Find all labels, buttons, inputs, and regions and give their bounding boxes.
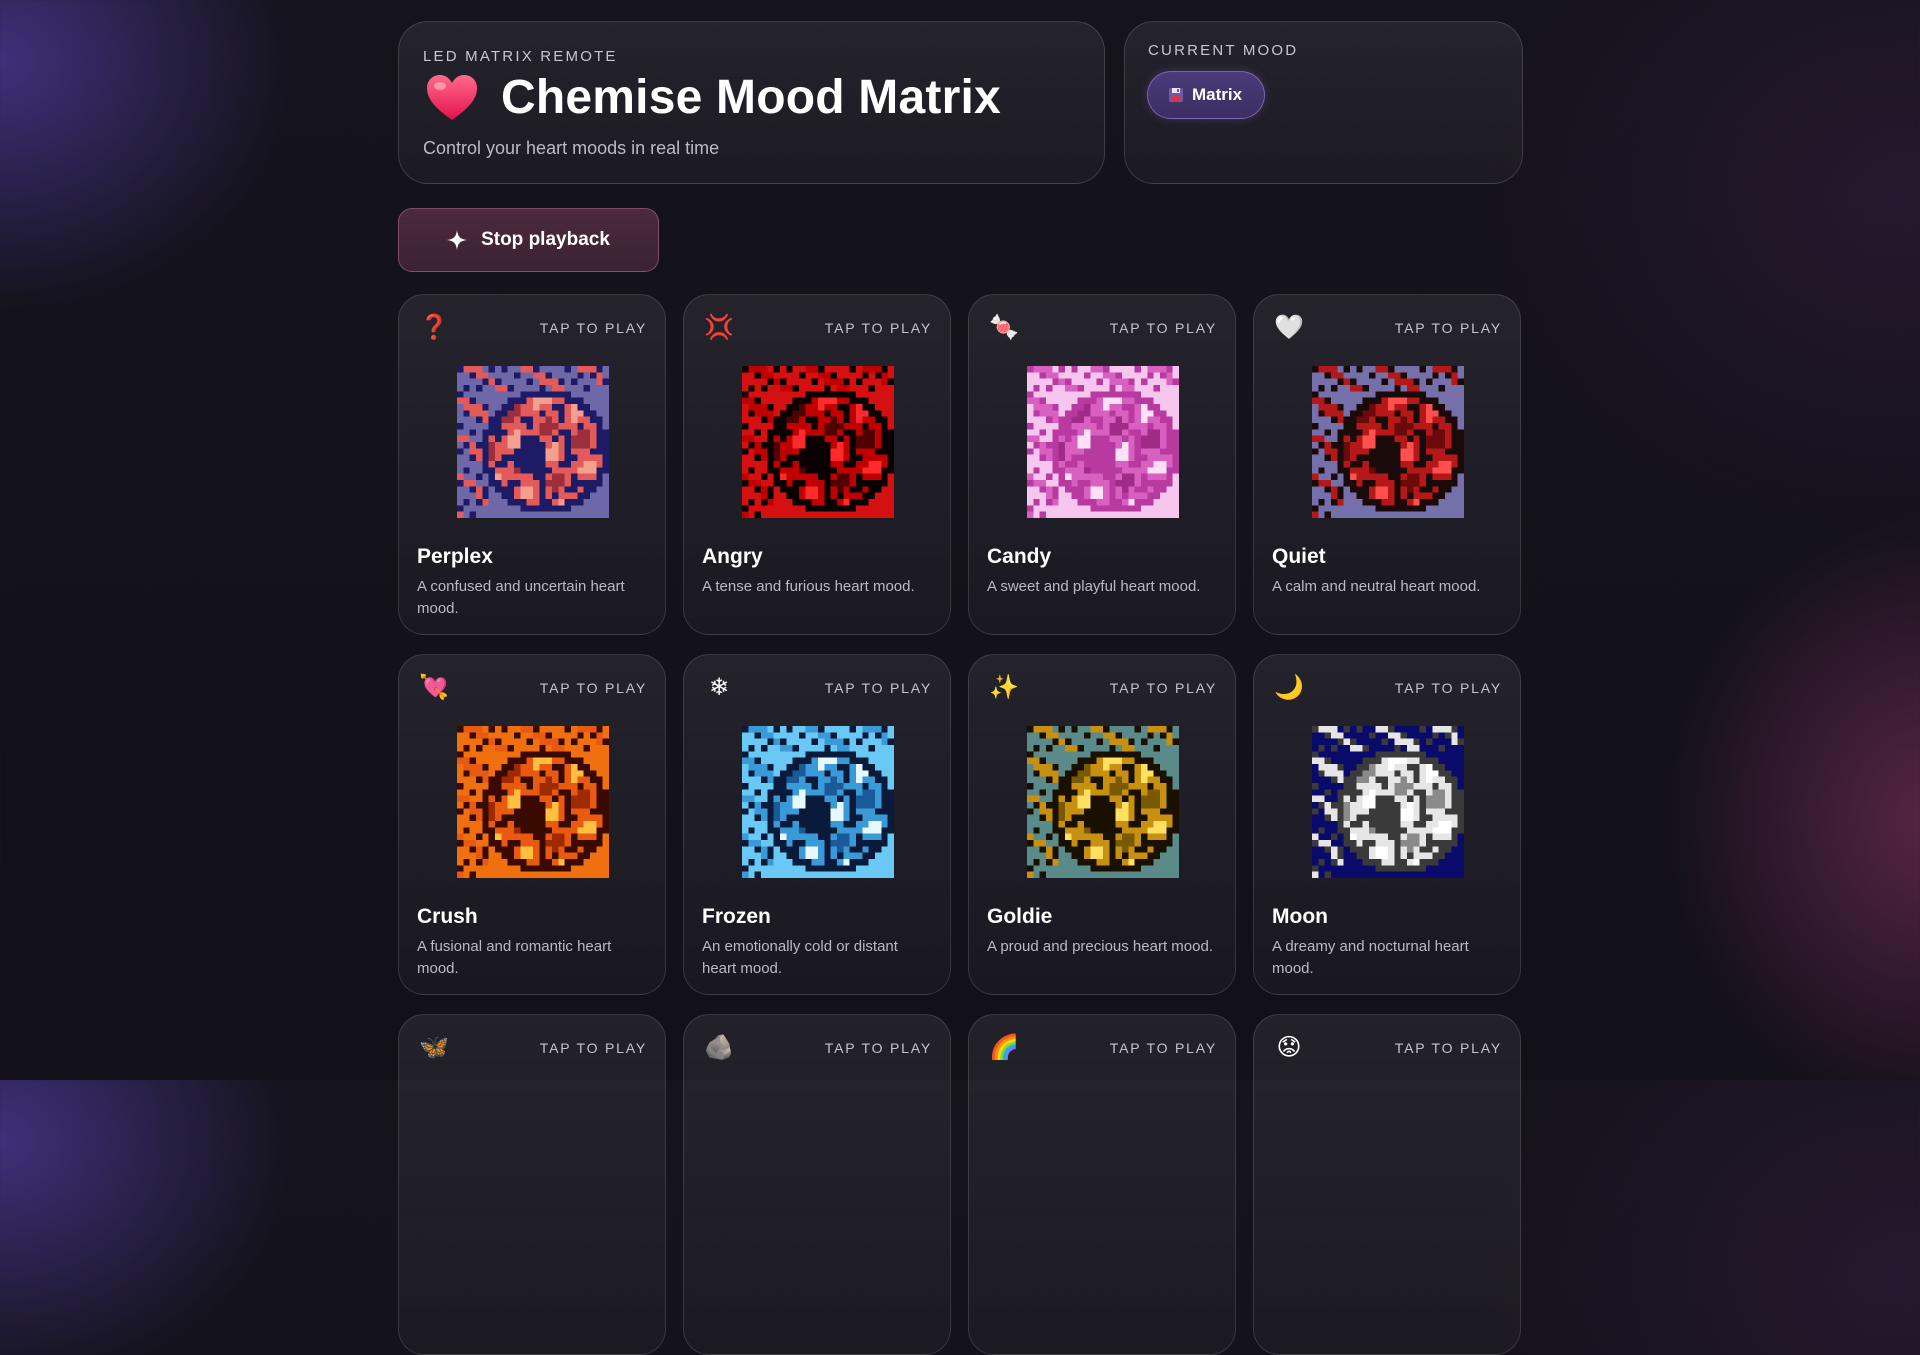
mood-card[interactable]: ✨ TAP TO PLAY Goldie A proud and precious h… bbox=[968, 654, 1236, 995]
header-eyebrow: LED MATRIX REMOTE bbox=[423, 48, 618, 65]
mood-card[interactable]: 🤍 TAP TO PLAY Quiet A calm and neutral hear… bbox=[1253, 294, 1521, 635]
current-mood-panel: CURRENT MOOD Matrix bbox=[1124, 21, 1523, 184]
current-mood-value: Matrix bbox=[1192, 85, 1243, 104]
mood-description: A calm and neutral heart mood. bbox=[1272, 578, 1481, 595]
led-matrix-preview bbox=[1312, 366, 1464, 518]
mood-card[interactable]: 💢 TAP TO PLAY Angry A tense and furious hea… bbox=[683, 294, 951, 635]
tap-to-play-label: TAP TO PLAY bbox=[539, 1040, 647, 1056]
floppy-disk-icon bbox=[1169, 88, 1183, 102]
led-matrix-preview bbox=[457, 726, 609, 878]
mood-description: A tense and furious heart mood. bbox=[702, 578, 915, 595]
butterfly-icon: 🦋 bbox=[419, 1034, 449, 1061]
mood-card[interactable]: 💘 TAP TO PLAY Crush A fusional and romantic… bbox=[398, 654, 666, 995]
mood-card[interactable]: 🪨 TAP TO PLAY bbox=[683, 1014, 951, 1355]
tap-to-play-label: TAP TO PLAY bbox=[1394, 1040, 1502, 1056]
tap-to-play-label: TAP TO PLAY bbox=[1109, 1040, 1217, 1056]
mood-name: Perplex bbox=[417, 545, 493, 568]
mood-card[interactable]: ❓ TAP TO PLAY Perplex A confused and uncert… bbox=[398, 294, 666, 635]
led-matrix-preview bbox=[742, 366, 894, 518]
mood-description: A proud and precious heart mood. bbox=[987, 938, 1213, 955]
mood-description: A sweet and playful heart mood. bbox=[987, 578, 1201, 595]
sparkles-icon: ✨ bbox=[989, 674, 1019, 701]
tap-to-play-label: TAP TO PLAY bbox=[539, 320, 647, 336]
heart-with-arrow-icon: 💘 bbox=[419, 674, 449, 701]
led-matrix-preview bbox=[1027, 726, 1179, 878]
mood-card[interactable]: 🌈 TAP TO PLAY bbox=[968, 1014, 1236, 1355]
question-mark-icon: ❓ bbox=[419, 314, 449, 341]
mood-name: Frozen bbox=[702, 905, 771, 928]
rock-icon: 🪨 bbox=[704, 1034, 734, 1061]
title-row: Chemise Mood Matrix bbox=[425, 70, 1001, 125]
mood-card[interactable]: 🌙 TAP TO PLAY Moon A dreamy and nocturnal h… bbox=[1253, 654, 1521, 995]
stop-playback-label: Stop playback bbox=[481, 229, 610, 250]
tap-to-play-label: TAP TO PLAY bbox=[824, 1040, 932, 1056]
led-matrix-preview bbox=[1027, 366, 1179, 518]
mood-card[interactable]: ❄ TAP TO PLAY Frozen An emotionally cold or… bbox=[683, 654, 951, 995]
sparkle-icon bbox=[447, 230, 468, 250]
heart-icon bbox=[427, 74, 477, 120]
mood-description: A fusional and romantic heart mood. bbox=[417, 938, 612, 977]
mood-name: Crush bbox=[417, 905, 478, 928]
mood-description: A dreamy and nocturnal heart mood. bbox=[1272, 938, 1469, 977]
stop-playback-button[interactable]: Stop playback bbox=[398, 208, 659, 272]
mood-card[interactable]: 🍬 TAP TO PLAY Candy A sweet and playful hea… bbox=[968, 294, 1236, 635]
anger-symbol-icon: 💢 bbox=[704, 314, 734, 341]
mood-description: A confused and uncertain heart mood. bbox=[417, 578, 625, 617]
tap-to-play-label: TAP TO PLAY bbox=[539, 680, 647, 696]
candy-icon: 🍬 bbox=[989, 314, 1019, 341]
tap-to-play-label: TAP TO PLAY bbox=[1109, 320, 1217, 336]
mood-name: Moon bbox=[1272, 905, 1328, 928]
mood-name: Goldie bbox=[987, 905, 1053, 928]
mood-description: An emotionally cold or distant heart moo… bbox=[702, 938, 898, 977]
led-matrix-preview bbox=[1312, 726, 1464, 878]
rainbow-icon: 🌈 bbox=[989, 1034, 1019, 1061]
current-mood-badge[interactable]: Matrix bbox=[1147, 71, 1266, 119]
crescent-moon-icon: 🌙 bbox=[1274, 674, 1304, 701]
led-matrix-preview bbox=[457, 366, 609, 518]
tap-to-play-label: TAP TO PLAY bbox=[1394, 680, 1502, 696]
current-mood-eyebrow: CURRENT MOOD bbox=[1148, 42, 1299, 59]
mood-name: Angry bbox=[702, 545, 763, 568]
mood-card[interactable]: 🦋 TAP TO PLAY bbox=[398, 1014, 666, 1355]
tap-to-play-label: TAP TO PLAY bbox=[1394, 320, 1502, 336]
tap-to-play-label: TAP TO PLAY bbox=[824, 680, 932, 696]
mood-card[interactable]: 😟 TAP TO PLAY bbox=[1253, 1014, 1521, 1355]
tap-to-play-label: TAP TO PLAY bbox=[1109, 680, 1217, 696]
mood-name: Candy bbox=[987, 545, 1052, 568]
tap-to-play-label: TAP TO PLAY bbox=[824, 320, 932, 336]
worried-face-icon: 😟 bbox=[1276, 1034, 1302, 1061]
white-heart-icon: 🤍 bbox=[1274, 314, 1304, 341]
header-panel: LED MATRIX REMOTE Chemise Mood Matrix Co… bbox=[398, 21, 1105, 184]
mood-name: Quiet bbox=[1272, 545, 1326, 568]
header-subtitle: Control your heart moods in real time bbox=[423, 138, 720, 158]
led-matrix-preview bbox=[742, 726, 894, 878]
snowflake-icon: ❄ bbox=[708, 674, 730, 701]
page-title: Chemise Mood Matrix bbox=[501, 71, 1001, 124]
